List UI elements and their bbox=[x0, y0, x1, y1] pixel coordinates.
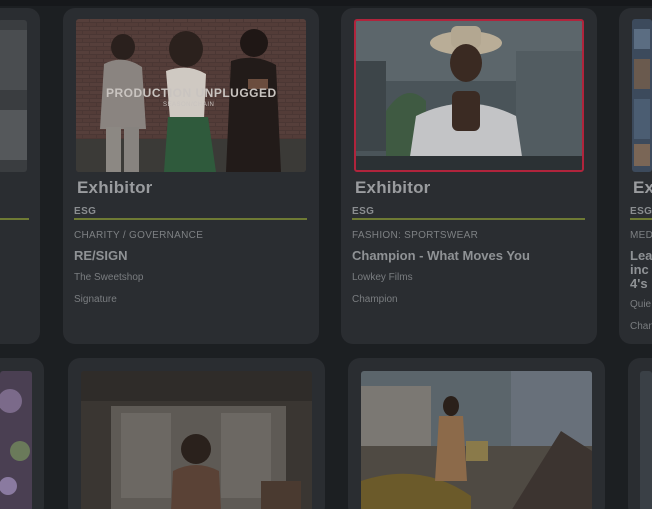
card-tag: ESG bbox=[74, 206, 97, 217]
card-tag: ESG bbox=[352, 206, 375, 217]
card-type-label: Ex bbox=[633, 178, 652, 197]
card-company: The Sweetshop bbox=[74, 272, 144, 283]
card-company: Quie bbox=[630, 299, 652, 310]
accent-rule bbox=[74, 218, 307, 220]
card-thumbnail bbox=[632, 19, 652, 172]
card-thumbnail bbox=[354, 19, 584, 172]
card-thumbnail bbox=[640, 371, 652, 509]
card-type-label: Exhibitor bbox=[77, 178, 153, 197]
card-category: MED bbox=[630, 230, 652, 241]
card-type-label: Exhibitor bbox=[355, 178, 431, 197]
card-title-line[interactable]: 4's bbox=[630, 277, 648, 291]
card-thumbnail bbox=[0, 20, 27, 172]
card-company: Lowkey Films bbox=[352, 272, 413, 283]
card-client: Champion bbox=[352, 294, 398, 305]
card-category: CHARITY / GOVERNANCE bbox=[74, 230, 204, 241]
card-thumbnail bbox=[81, 371, 312, 509]
card-title-line[interactable]: Lea bbox=[630, 249, 652, 263]
card-client: Chan bbox=[630, 321, 652, 332]
card-title-line[interactable]: inc bbox=[630, 263, 649, 277]
accent-rule bbox=[352, 218, 585, 220]
card-client: Signature bbox=[74, 294, 117, 305]
card-thumbnail bbox=[0, 371, 32, 509]
card-title[interactable]: RE/SIGN bbox=[74, 249, 127, 263]
card-title[interactable]: Champion - What Moves You bbox=[352, 249, 530, 263]
card-category: FASHION: SPORTSWEAR bbox=[352, 230, 479, 241]
accent-rule bbox=[0, 218, 29, 220]
card-thumbnail bbox=[361, 371, 592, 509]
accent-rule bbox=[630, 218, 652, 220]
card-tag: ESG bbox=[630, 206, 652, 217]
gallery-viewport: PRODUCTION UNPLUGGED SEASON/CHAIN Exhibi… bbox=[0, 0, 652, 509]
thumbnail-overlay-subtitle: SEASON/CHAIN bbox=[163, 102, 215, 108]
card-partial-left[interactable] bbox=[0, 8, 40, 344]
top-bar bbox=[0, 0, 652, 6]
thumbnail-overlay-title: PRODUCTION UNPLUGGED bbox=[106, 86, 277, 100]
